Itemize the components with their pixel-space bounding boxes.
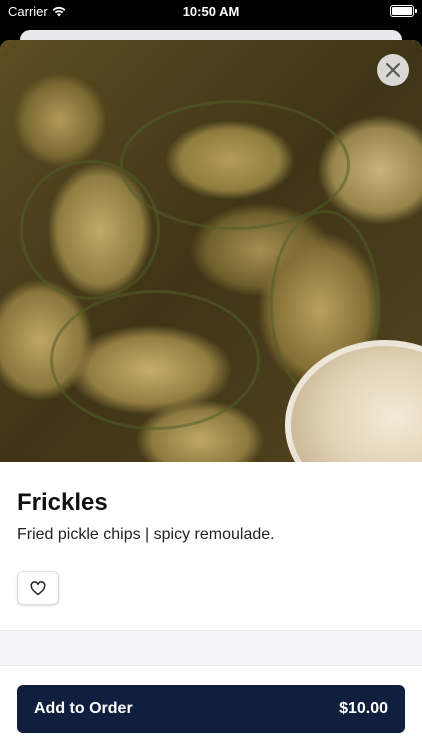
item-description: Fried pickle chips | spicy remoulade. [17, 526, 275, 543]
item-title: Frickles [17, 489, 108, 516]
item-photo [0, 40, 422, 462]
item-price: $10.00 [339, 700, 388, 717]
item-detail-sheet: Frickles Fried pickle chips | spicy remo… [0, 40, 422, 750]
add-to-order-label: Add to Order [34, 700, 133, 717]
section-divider [0, 630, 422, 666]
heart-icon [30, 580, 46, 595]
add-to-order-button[interactable]: Add to Order $10.00 [17, 685, 405, 733]
battery-icon [390, 5, 417, 17]
close-icon [386, 63, 400, 77]
status-bar: Carrier 10:50 AM [0, 0, 422, 24]
close-button[interactable] [377, 54, 409, 86]
status-time: 10:50 AM [182, 4, 240, 19]
favorite-button[interactable] [17, 571, 59, 605]
